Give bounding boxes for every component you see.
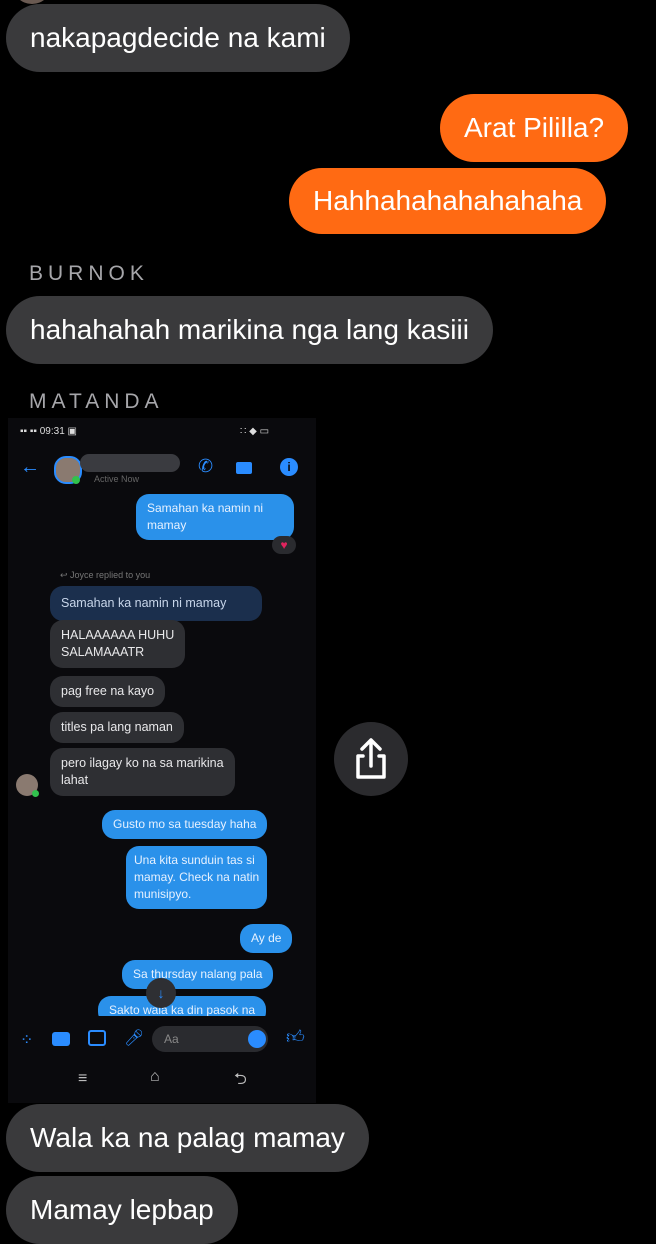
gallery-icon: [88, 1030, 106, 1046]
line: pero ilagay ko na sa marikina: [61, 756, 224, 770]
status-bar-right: ∷ ◆ ▭: [240, 426, 270, 437]
screenshot-message-incoming: pag free na kayo: [50, 676, 166, 707]
menu-dots-icon: ⁘: [20, 1032, 34, 1049]
video-call-icon[interactable]: [236, 462, 252, 474]
screenshot-message-outgoing: Ay de: [240, 924, 293, 953]
screenshot-message-text: titles pa lang naman: [61, 720, 173, 734]
message-text: Arat Pililla?: [464, 112, 605, 143]
reply-label: Joyce replied to you: [70, 570, 151, 580]
emoji-icon: [248, 1030, 266, 1048]
heart-reaction-icon: ♥: [272, 536, 296, 554]
screenshot-message-outgoing: Gusto mo sa tuesday haha: [102, 810, 268, 839]
scroll-down-icon: ↓: [146, 978, 176, 1008]
screenshot-message-text: Samahan ka namin ni mamay: [147, 501, 264, 532]
back-arrow-icon[interactable]: ←: [20, 456, 40, 479]
screenshot-message-outgoing: Sa thursday nalang pala: [122, 960, 274, 989]
share-icon: [356, 738, 386, 779]
status-time: 09:31: [39, 426, 65, 437]
line: lahat: [61, 773, 89, 787]
thumbs-up-icon: 👍︎: [286, 1027, 305, 1047]
message-incoming[interactable]: Wala ka na palag mamay: [6, 1104, 369, 1172]
line: mamay. Check na natin: [134, 870, 260, 884]
line: munisipyo.: [134, 887, 192, 901]
online-dot: [72, 476, 80, 484]
back-nav-icon: ⮌: [234, 1071, 247, 1088]
info-icon[interactable]: i: [280, 458, 298, 476]
share-button[interactable]: [334, 722, 408, 796]
camera-icon: [52, 1032, 70, 1046]
sender-name: BURNOK: [29, 262, 149, 285]
quoted-message: Samahan ka namin ni mamay: [50, 586, 262, 621]
message-text: Wala ka na palag mamay: [30, 1122, 345, 1153]
screenshot-message-text: Ay de: [251, 931, 282, 945]
message-outgoing[interactable]: Arat Pililla?: [440, 94, 629, 162]
message-outgoing[interactable]: Hahhahahahahahaha: [289, 168, 607, 234]
screenshot-message-outgoing: Una kita sunduin tas si mamay. Check na n…: [126, 846, 268, 909]
message-incoming[interactable]: Mamay lepbap: [6, 1176, 238, 1244]
phone-icon[interactable]: ✆: [198, 456, 213, 477]
active-status: Active Now: [94, 474, 140, 484]
screenshot-message-text: Sa thursday nalang pala: [133, 967, 263, 981]
message-incoming[interactable]: hahahahah marikina nga lang kasiii: [6, 296, 493, 364]
screenshot-message-incoming: HALAAAAAA HUHU SALAMAAATR: [50, 620, 186, 668]
online-dot: [32, 790, 39, 797]
compose-placeholder: Aa: [164, 1032, 179, 1046]
contact-name-redacted: [80, 454, 180, 472]
line: HALAAAAAA HUHU: [61, 628, 175, 642]
message-text: hahahahah marikina nga lang kasiii: [30, 314, 469, 345]
quoted-text: Samahan ka namin ni mamay: [61, 596, 227, 610]
message-text: Mamay lepbap: [30, 1194, 214, 1225]
message-text: nakapagdecide na kami: [30, 22, 326, 53]
line: SALAMAAATR: [61, 645, 145, 659]
screenshot-message-outgoing: Samahan ka namin ni mamay: [136, 494, 294, 540]
reply-indicator: ↩ Joyce replied to you: [60, 570, 151, 580]
screenshot-message-incoming: pero ilagay ko na sa marikina lahat: [50, 748, 235, 796]
home-nav-icon: ⌂: [150, 1068, 160, 1085]
shared-screenshot-image[interactable]: ▪▪ ▪▪ 09:31 ▣ ∷ ◆ ▭ ← Active Now ✆ i Sam…: [8, 418, 316, 1103]
screenshot-message-text: pag free na kayo: [61, 684, 155, 698]
recents-nav-icon: ≡: [78, 1070, 88, 1087]
screenshot-message-text: Gusto mo sa tuesday haha: [113, 817, 257, 831]
microphone-icon: 🎤︎: [124, 1030, 145, 1047]
sender-name: MATANDA: [29, 390, 164, 413]
message-incoming[interactable]: nakapagdecide na kami: [6, 4, 350, 72]
status-bar-left: ▪▪ ▪▪ 09:31 ▣: [20, 426, 78, 437]
message-text: Hahhahahahahahaha: [313, 185, 583, 216]
line: Una kita sunduin tas si: [134, 853, 255, 867]
screenshot-message-text: Sakto wala ka din pasok na: [109, 1003, 256, 1017]
screenshot-message-incoming: titles pa lang naman: [50, 712, 184, 743]
